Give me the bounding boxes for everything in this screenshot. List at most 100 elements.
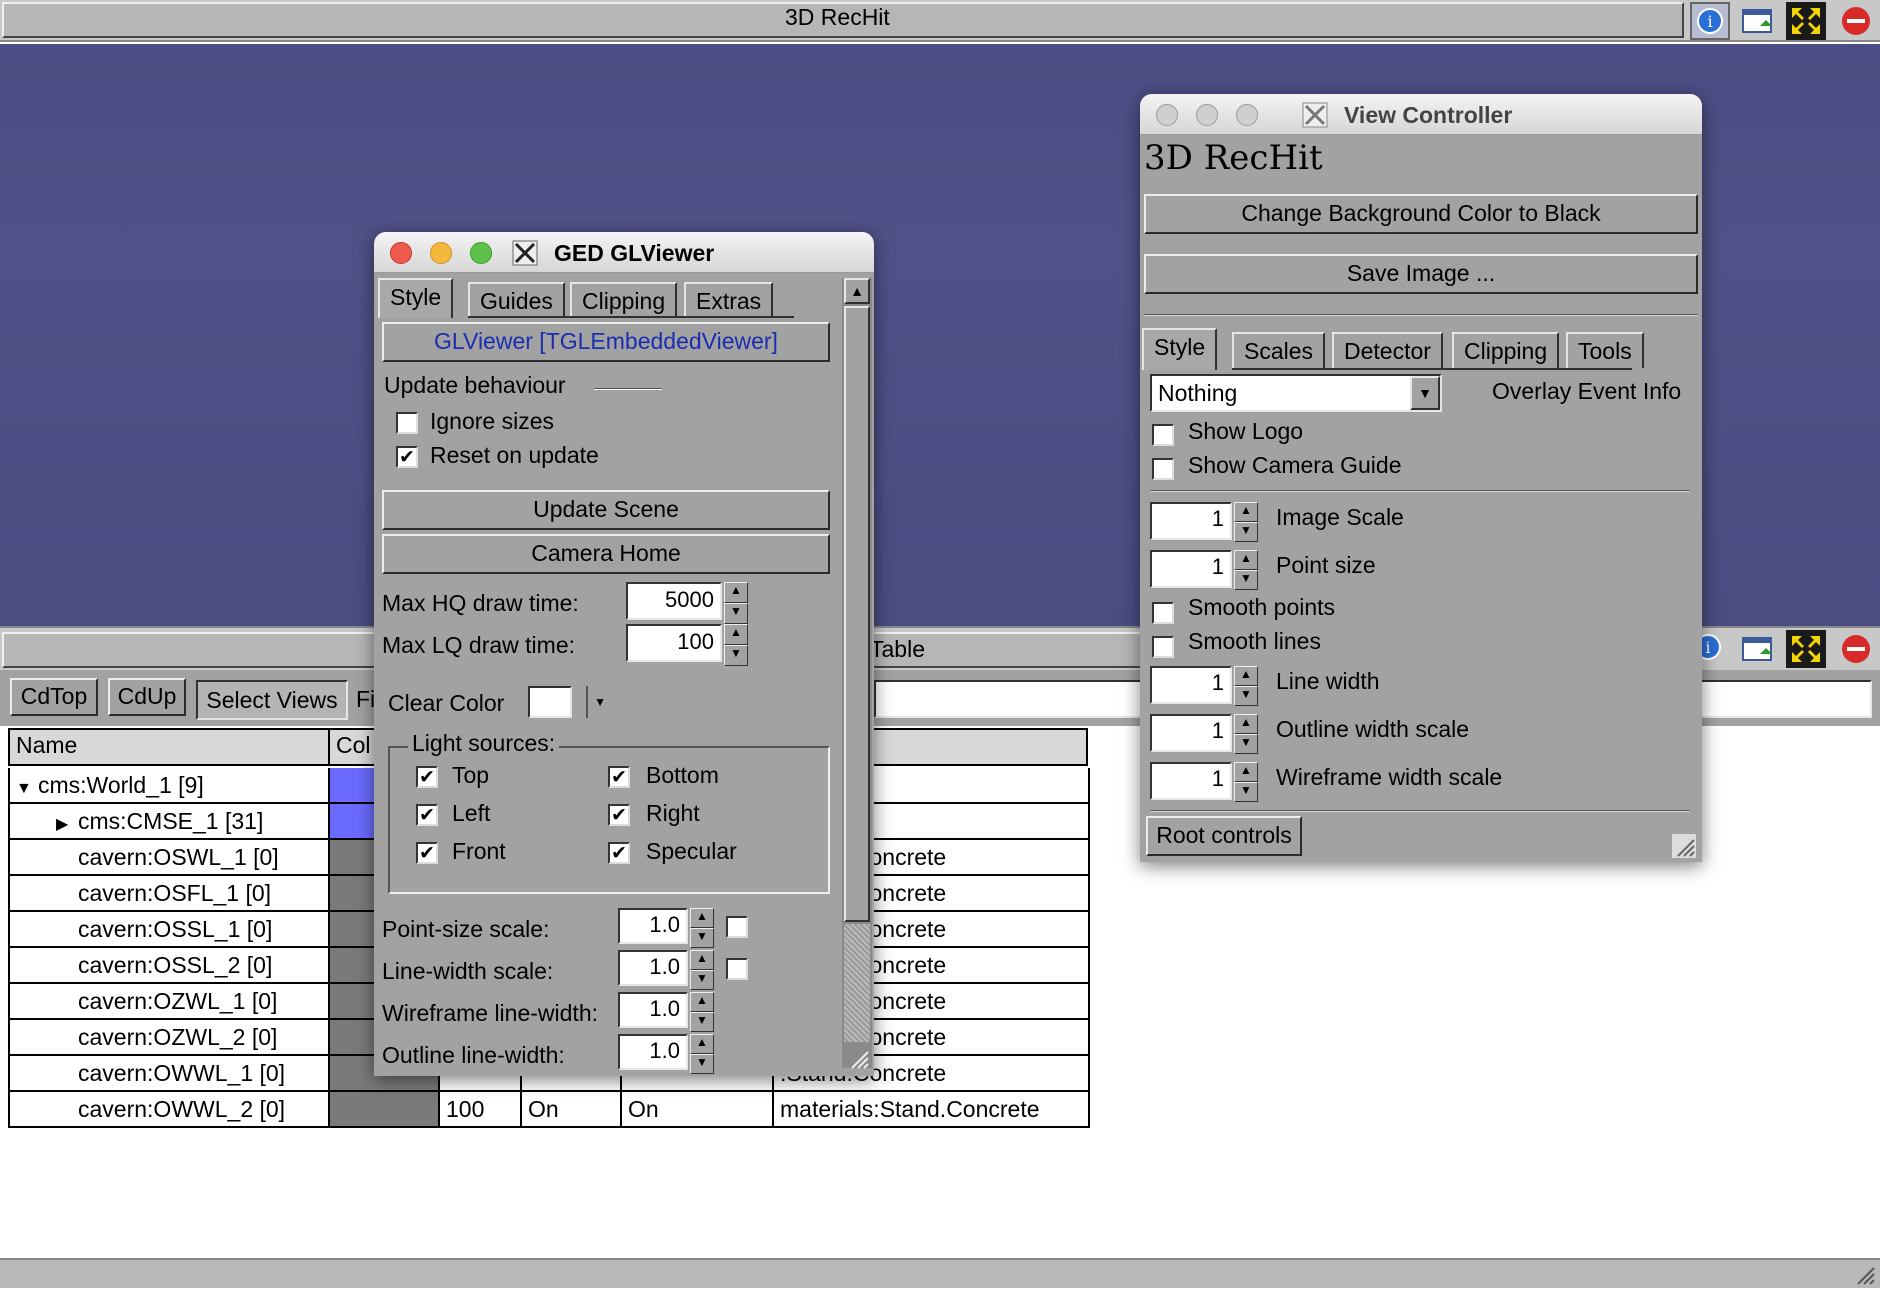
outline-line-width-label: Outline line-width: <box>382 1042 565 1068</box>
line-width-scale-label: Line-width scale: <box>382 958 554 984</box>
ged-resize-grip-icon[interactable] <box>848 1048 870 1070</box>
fullscreen-icon[interactable] <box>1786 2 1826 40</box>
wireframe-width-scale-stepper[interactable]: ▲ ▼ <box>1234 762 1258 802</box>
close-window-icon[interactable] <box>390 242 412 264</box>
name-cell: ▼ cms:World_1 [9] <box>10 768 330 804</box>
max-lq-input[interactable]: 100 <box>626 624 722 662</box>
outline-width-scale-input[interactable]: 1 <box>1150 714 1232 752</box>
vc-tab-underline <box>1232 368 1632 370</box>
line-width-label: Line width <box>1276 668 1380 694</box>
glviewer-type-button[interactable]: GLViewer [TGLEmbeddedViewer] <box>382 322 830 362</box>
change-background-button[interactable]: Change Background Color to Black <box>1144 194 1698 234</box>
max-hq-stepper[interactable]: ▲ ▼ <box>724 582 748 624</box>
close-view-icon[interactable] <box>1836 2 1876 40</box>
line-width-stepper[interactable]: ▲ ▼ <box>1234 666 1258 706</box>
resize-grip-icon[interactable] <box>1854 1264 1876 1286</box>
color-swatch <box>330 1092 440 1128</box>
overlay-select[interactable]: Nothing ▼ <box>1150 374 1442 412</box>
view-controller-title: View Controller <box>1344 102 1513 128</box>
vc-tab-detector[interactable]: Detector <box>1332 332 1443 368</box>
tab-style[interactable]: Style <box>378 278 454 318</box>
cdtop-button[interactable]: CdTop <box>10 678 98 716</box>
vc-tab-clipping[interactable]: Clipping <box>1452 332 1560 368</box>
name-cell: cavern:OSSL_1 [0] <box>10 912 330 948</box>
name-cell: ▶ cms:CMSE_1 [31] <box>10 804 330 840</box>
close-view-icon-2[interactable] <box>1836 630 1876 668</box>
overlay-select-value: Nothing <box>1158 380 1238 406</box>
max-hq-input[interactable]: 5000 <box>626 582 722 620</box>
line-width-input[interactable]: 1 <box>1150 666 1232 704</box>
point-size-scale-stepper[interactable]: ▲ ▼ <box>690 908 714 948</box>
new-window-icon[interactable] <box>1738 2 1778 40</box>
point-size-scale-checkbox[interactable] <box>726 916 748 938</box>
smooth-lines-checkbox[interactable] <box>1152 636 1174 658</box>
line-width-scale-stepper[interactable]: ▲ ▼ <box>690 950 714 990</box>
image-scale-input[interactable]: 1 <box>1150 502 1232 540</box>
light-front-checkbox[interactable]: ✔ <box>416 842 438 864</box>
vc-tab-tools[interactable]: Tools <box>1566 332 1644 368</box>
ged-title-bar[interactable]: GED GLViewer <box>374 232 874 273</box>
light-bottom-checkbox[interactable]: ✔ <box>608 766 630 788</box>
vc-tab-style[interactable]: Style <box>1142 328 1218 370</box>
main-window-title: 3D RecHit <box>785 4 890 30</box>
show-logo-checkbox[interactable] <box>1152 424 1174 446</box>
update-scene-button[interactable]: Update Scene <box>382 490 830 530</box>
light-right-checkbox[interactable]: ✔ <box>608 804 630 826</box>
light-left-checkbox[interactable]: ✔ <box>416 804 438 826</box>
light-specular-checkbox[interactable]: ✔ <box>608 842 630 864</box>
minimize-window-icon-vc[interactable] <box>1196 104 1218 126</box>
reset-on-update-checkbox[interactable]: ✔ <box>396 446 418 468</box>
clear-color-dropdown-icon[interactable]: ▼ <box>586 686 606 718</box>
scroll-track[interactable] <box>844 924 870 1042</box>
point-size-stepper[interactable]: ▲ ▼ <box>1234 550 1258 590</box>
cdup-button[interactable]: CdUp <box>108 678 186 716</box>
light-top-checkbox[interactable]: ✔ <box>416 766 438 788</box>
save-image-button[interactable]: Save Image ... <box>1144 254 1698 294</box>
outline-line-width-stepper[interactable]: ▲ ▼ <box>690 1034 714 1074</box>
zoom-window-icon[interactable] <box>470 242 492 264</box>
point-size-input[interactable]: 1 <box>1150 550 1232 588</box>
tab-guides[interactable]: Guides <box>468 282 565 316</box>
node-name: cavern:OSWL_1 [0] <box>78 844 279 870</box>
ignore-sizes-checkbox[interactable] <box>396 412 418 434</box>
camera-home-button[interactable]: Camera Home <box>382 534 830 574</box>
ged-scrollbar[interactable]: ▲ <box>842 278 872 1068</box>
tab-clipping[interactable]: Clipping <box>570 282 678 316</box>
update-behaviour-label: Update behaviour <box>384 372 566 398</box>
column-header-color[interactable]: Col <box>336 732 371 759</box>
minimize-window-icon[interactable] <box>430 242 452 264</box>
smooth-points-checkbox[interactable] <box>1152 602 1174 624</box>
collapsed-arrow-icon[interactable]: ▶ <box>56 808 78 838</box>
expanded-arrow-icon[interactable]: ▼ <box>16 772 38 802</box>
point-size-scale-input[interactable]: 1.0 <box>618 908 688 944</box>
info-icon[interactable]: i <box>1690 2 1730 40</box>
wireframe-width-scale-input[interactable]: 1 <box>1150 762 1232 800</box>
select-views-button[interactable]: Select Views <box>196 680 348 720</box>
line-width-scale-input[interactable]: 1.0 <box>618 950 688 986</box>
outline-line-width-input[interactable]: 1.0 <box>618 1034 688 1070</box>
column-header-name[interactable]: Name <box>16 732 77 759</box>
view-controller-title-bar[interactable]: View Controller <box>1140 94 1702 135</box>
new-window-icon-2[interactable] <box>1738 630 1778 668</box>
name-cell: cavern:OWWL_1 [0] <box>10 1056 330 1092</box>
image-scale-stepper[interactable]: ▲ ▼ <box>1234 502 1258 542</box>
vc-tab-scales[interactable]: Scales <box>1232 332 1326 368</box>
vc-resize-grip-icon[interactable] <box>1672 834 1696 858</box>
scroll-thumb[interactable] <box>844 306 870 922</box>
clear-color-swatch[interactable] <box>528 686 572 718</box>
fullscreen-icon-2[interactable] <box>1786 630 1826 668</box>
wireframe-line-width-stepper[interactable]: ▲ ▼ <box>690 992 714 1032</box>
close-window-icon-vc[interactable] <box>1156 104 1178 126</box>
zoom-window-icon-vc[interactable] <box>1236 104 1258 126</box>
table-row[interactable]: cavern:OWWL_2 [0] 100 On On materials:Stand.… <box>8 1092 1090 1128</box>
show-camera-guide-checkbox[interactable] <box>1152 458 1174 480</box>
tab-extras[interactable]: Extras <box>684 282 774 316</box>
max-hq-label: Max HQ draw time: <box>382 590 579 616</box>
wireframe-line-width-input[interactable]: 1.0 <box>618 992 688 1028</box>
root-controls-button[interactable]: Root controls <box>1146 816 1302 856</box>
outline-width-scale-stepper[interactable]: ▲ ▼ <box>1234 714 1258 754</box>
overlay-dropdown-icon[interactable]: ▼ <box>1410 376 1440 410</box>
scroll-up-arrow-icon[interactable]: ▲ <box>844 278 870 304</box>
line-width-scale-checkbox[interactable] <box>726 958 748 980</box>
max-lq-stepper[interactable]: ▲ ▼ <box>724 624 748 666</box>
